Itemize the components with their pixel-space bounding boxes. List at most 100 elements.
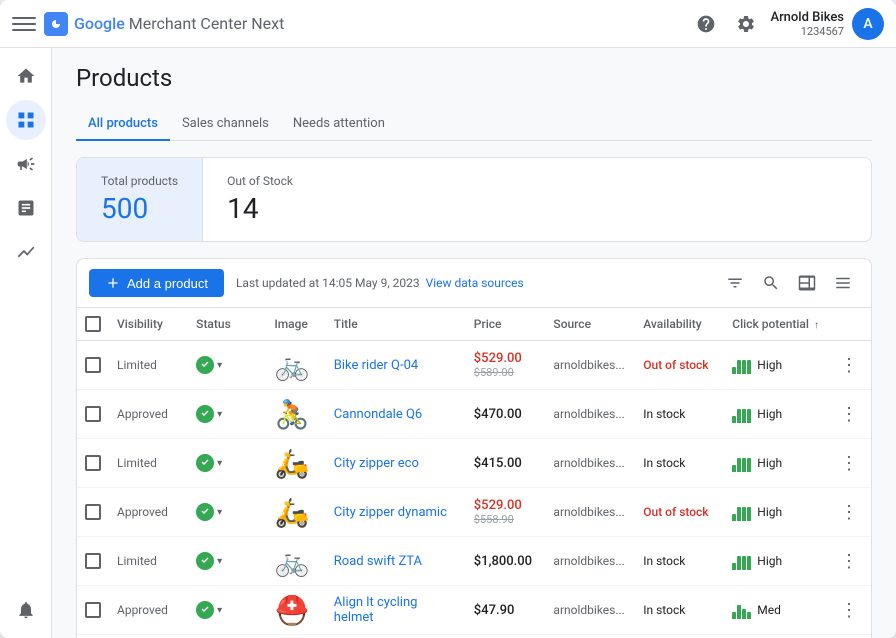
bar-3: [747, 360, 751, 374]
product-link-3[interactable]: City zipper eco: [334, 456, 419, 471]
row-click-potential-1: High: [724, 341, 827, 390]
avail-text-2: In stock: [643, 407, 685, 421]
more-actions-button-6[interactable]: ⋮: [835, 596, 863, 624]
view-data-sources-link[interactable]: View data sources: [426, 276, 524, 290]
row-checkbox-6[interactable]: [85, 602, 101, 618]
more-actions-button-2[interactable]: ⋮: [835, 400, 863, 428]
row-checkbox-4[interactable]: [85, 504, 101, 520]
search-button[interactable]: [755, 267, 787, 299]
row-title-7: Alturo mips cycling helmet: [326, 635, 466, 638]
sidebar-item-reports[interactable]: [6, 188, 46, 228]
tab-needs-attention[interactable]: Needs attention: [281, 108, 397, 141]
row-status-6: ▾: [188, 586, 266, 635]
select-all-checkbox[interactable]: [85, 316, 101, 332]
row-source-3: arnoldbikes...: [545, 439, 635, 488]
tab-all-products[interactable]: All products: [76, 108, 170, 141]
bar-1: [737, 409, 741, 423]
row-visibility-4: Approved: [109, 488, 188, 537]
click-potential-3: High: [732, 454, 819, 472]
status-chevron-3[interactable]: ▾: [217, 458, 222, 469]
row-price-5: $1,800.00: [466, 537, 546, 586]
col-visibility-header: Visibility: [109, 308, 188, 341]
status-chevron-4[interactable]: ▾: [217, 507, 222, 518]
avail-text-4: Out of stock: [643, 505, 708, 519]
table-row: Limited ▾ 🚲 Bike rider Q-04 $529.00 $589…: [77, 341, 871, 390]
more-actions-button-5[interactable]: ⋮: [835, 547, 863, 575]
settings-button[interactable]: [730, 8, 762, 40]
row-status-3: ▾: [188, 439, 266, 488]
row-check: [77, 341, 109, 390]
tab-sales-channels[interactable]: Sales channels: [170, 108, 281, 141]
col-status-header: Status: [188, 308, 266, 341]
bar-2: [742, 360, 746, 374]
row-check: [77, 635, 109, 638]
product-image-1: 🚲: [274, 347, 310, 383]
status-dot-6: [196, 601, 214, 619]
click-label-5: High: [757, 554, 782, 568]
row-checkbox-1[interactable]: [85, 357, 101, 373]
bar-2: [742, 556, 746, 570]
more-actions-button-1[interactable]: ⋮: [835, 351, 863, 379]
row-checkbox-5[interactable]: [85, 553, 101, 569]
add-product-button[interactable]: Add a product: [89, 269, 224, 297]
table-row: Approved ▾ 🚴 Cannondale Q6 $470.00 arnol…: [77, 390, 871, 439]
row-checkbox-3[interactable]: [85, 455, 101, 471]
bar-3: [747, 409, 751, 423]
sidebar-item-home[interactable]: [6, 56, 46, 96]
col-source-header: Source: [545, 308, 635, 341]
row-visibility-7: Approved: [109, 635, 188, 638]
hamburger-menu[interactable]: [12, 12, 36, 36]
bar-2: [742, 409, 746, 423]
columns-button[interactable]: [791, 267, 823, 299]
click-label-6: Med: [757, 603, 781, 617]
product-link-6[interactable]: Align lt cycling helmet: [334, 595, 418, 625]
toolbar-icons: [719, 267, 859, 299]
account-name: Arnold Bikes: [770, 10, 844, 25]
status-chevron-5[interactable]: ▾: [217, 556, 222, 567]
stat-oos-label: Out of Stock: [227, 174, 293, 188]
col-click-potential-header: Click potential ↑: [724, 308, 827, 341]
bar-1: [737, 458, 741, 472]
filter-button[interactable]: [719, 267, 751, 299]
help-button[interactable]: [690, 8, 722, 40]
sort-icon: ↑: [814, 320, 819, 331]
row-actions-5: ⋮: [827, 537, 871, 586]
table-header-row: Visibility Status Image Title Price Sour…: [77, 308, 871, 341]
bar-3: [747, 612, 751, 619]
app-title: Google Merchant Center Next: [74, 14, 284, 33]
product-link-4[interactable]: City zipper dynamic: [334, 505, 447, 520]
status-chevron-6[interactable]: ▾: [217, 605, 222, 616]
products-tbody: Limited ▾ 🚲 Bike rider Q-04 $529.00 $589…: [77, 341, 871, 638]
row-visibility-2: Approved: [109, 390, 188, 439]
row-actions-3: ⋮: [827, 439, 871, 488]
avatar[interactable]: A: [852, 8, 884, 40]
product-link-1[interactable]: Bike rider Q-04: [334, 358, 418, 373]
more-actions-button-4[interactable]: ⋮: [835, 498, 863, 526]
view-toggle-button[interactable]: [827, 267, 859, 299]
bar-1: [737, 556, 741, 570]
product-image-2: 🚴: [274, 396, 310, 432]
products-table: Visibility Status Image Title Price Sour…: [77, 308, 871, 638]
price-main-1: $529.00: [474, 351, 538, 366]
table-row: Approved ▾ 🛵 City zipper dynamic $529.00…: [77, 488, 871, 537]
logo-area: Google Merchant Center Next: [44, 12, 682, 36]
row-status-7: ▾: [188, 635, 266, 638]
sidebar-item-analytics[interactable]: [6, 232, 46, 272]
sidebar-item-marketing[interactable]: [6, 144, 46, 184]
click-label-2: High: [757, 407, 782, 421]
status-chevron-2[interactable]: ▾: [217, 409, 222, 420]
sidebar-item-products[interactable]: [6, 100, 46, 140]
row-status-5: ▾: [188, 537, 266, 586]
status-chevron-1[interactable]: ▾: [217, 360, 222, 371]
row-actions-2: ⋮: [827, 390, 871, 439]
more-actions-button-3[interactable]: ⋮: [835, 449, 863, 477]
bar-2: [742, 609, 746, 619]
row-availability-2: In stock: [635, 390, 724, 439]
sidebar-item-notifications[interactable]: [6, 590, 46, 630]
price-strike-1: $589.00: [474, 366, 538, 379]
row-checkbox-2[interactable]: [85, 406, 101, 422]
product-link-2[interactable]: Cannondale Q6: [334, 407, 422, 422]
product-link-5[interactable]: Road swift ZTA: [334, 554, 422, 569]
stats-row: Total products 500 Out of Stock 14: [76, 157, 872, 242]
row-price-3: $415.00: [466, 439, 546, 488]
